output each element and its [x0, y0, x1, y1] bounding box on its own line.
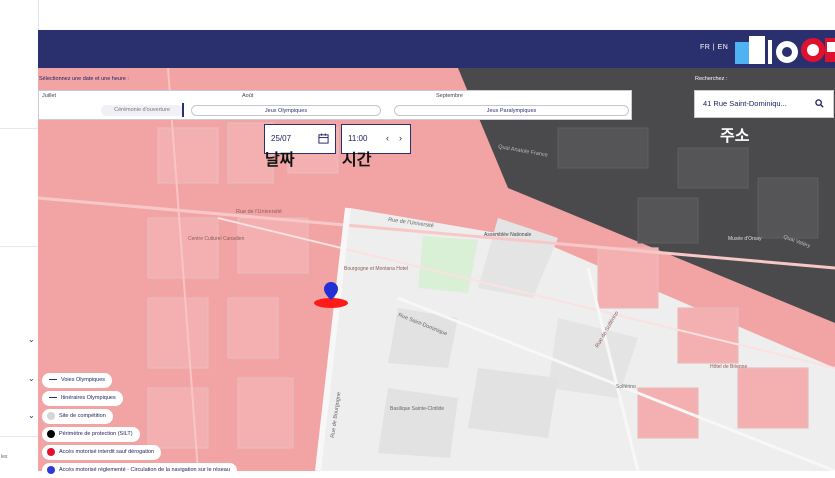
legend-label: Site de compétition [59, 413, 106, 419]
lang-separator: | [712, 44, 716, 51]
paris2024-logo [735, 36, 835, 64]
dot-swatch-icon [47, 429, 55, 438]
dot-swatch-icon [47, 447, 55, 456]
poi-label: Solférino [616, 384, 636, 390]
legend-item: Accès motorisé interdit sauf dérogation [42, 445, 162, 460]
month-label: Août [242, 93, 254, 99]
time-prev-button[interactable]: ‹ [386, 133, 389, 143]
legend-label: Voies Olympiques [61, 377, 106, 383]
left-panel: ⌄ ⌄ ⌄ les [0, 0, 39, 471]
search-icon[interactable] [815, 99, 824, 108]
poi-label: Bourgogne et Montana Hotel [344, 266, 408, 272]
timeline-marker[interactable] [182, 103, 184, 117]
address-annotation: 주소 [720, 126, 750, 145]
lang-fr[interactable]: FR [700, 44, 710, 51]
line-swatch-icon [49, 379, 57, 381]
legend-item: Itinéraires Olympiques [42, 391, 123, 406]
line-swatch-icon [49, 397, 57, 399]
month-label: Juillet [42, 93, 57, 99]
date-value: 25/07 [271, 134, 292, 143]
address-search-field[interactable]: 41 Rue Saint-Dominiqu... [694, 90, 834, 118]
sidebar-text: les [1, 454, 8, 460]
legend-label: Accès motorisé interdit sauf dérogation [59, 449, 155, 455]
time-annotation: 시간 [342, 150, 372, 169]
language-switcher[interactable]: FR | EN [700, 44, 728, 51]
chevron-down-icon[interactable]: ⌄ [28, 374, 35, 383]
search-input[interactable]: 41 Rue Saint-Dominiqu... [703, 99, 787, 108]
month-label: Septembre [436, 93, 463, 99]
calendar-icon[interactable] [318, 133, 329, 144]
dot-swatch-icon [47, 465, 55, 474]
event-paralympic-games[interactable]: Jeux Paralympiques [394, 105, 629, 116]
sidebar-divider [0, 246, 38, 247]
date-timeline[interactable]: Juillet Août Septembre Cérémonie d'ouver… [38, 90, 632, 120]
street-label: Rue de l'Université [236, 209, 282, 215]
poi-label: Centre Culturel Canadien [188, 236, 245, 242]
legend-item: Périmètre de protection (SILT) [42, 427, 140, 442]
poi-label: Musée d'Orsay [728, 236, 762, 242]
poi-label: Assemblée Nationale [484, 232, 531, 238]
sidebar-divider [0, 436, 38, 437]
date-selector-label: Sélectionnez une date et une heure : [39, 76, 129, 82]
poi-label: Basilique Sainte-Clotilde [390, 406, 444, 412]
search-label: Recherchez : [695, 76, 728, 82]
legend-item: Voies Olympiques [42, 373, 113, 388]
chevron-down-icon[interactable]: ⌄ [28, 411, 35, 420]
dot-swatch-icon [47, 411, 55, 420]
time-value: 11:00 [348, 134, 368, 143]
map-canvas[interactable]: Rue de l'Université Rue de l'Université … [38, 68, 835, 471]
legend-label: Itinéraires Olympiques [61, 395, 116, 401]
time-next-button[interactable]: › [399, 133, 402, 143]
legend-label: Accès motorisé réglementé - Circulation … [59, 467, 230, 473]
sidebar-divider [0, 128, 38, 129]
legend-label: Périmètre de protection (SILT) [59, 431, 133, 437]
poi-label: Hôtel de Brienne [710, 364, 747, 370]
chevron-down-icon[interactable]: ⌄ [28, 335, 35, 344]
legend-item: Site de compétition [42, 409, 113, 424]
event-olympic-games[interactable]: Jeux Olympiques [191, 105, 381, 116]
event-opening-ceremony[interactable]: Cérémonie d'ouverture [101, 105, 183, 116]
date-annotation: 날짜 [265, 150, 295, 169]
lang-en[interactable]: EN [718, 44, 729, 51]
